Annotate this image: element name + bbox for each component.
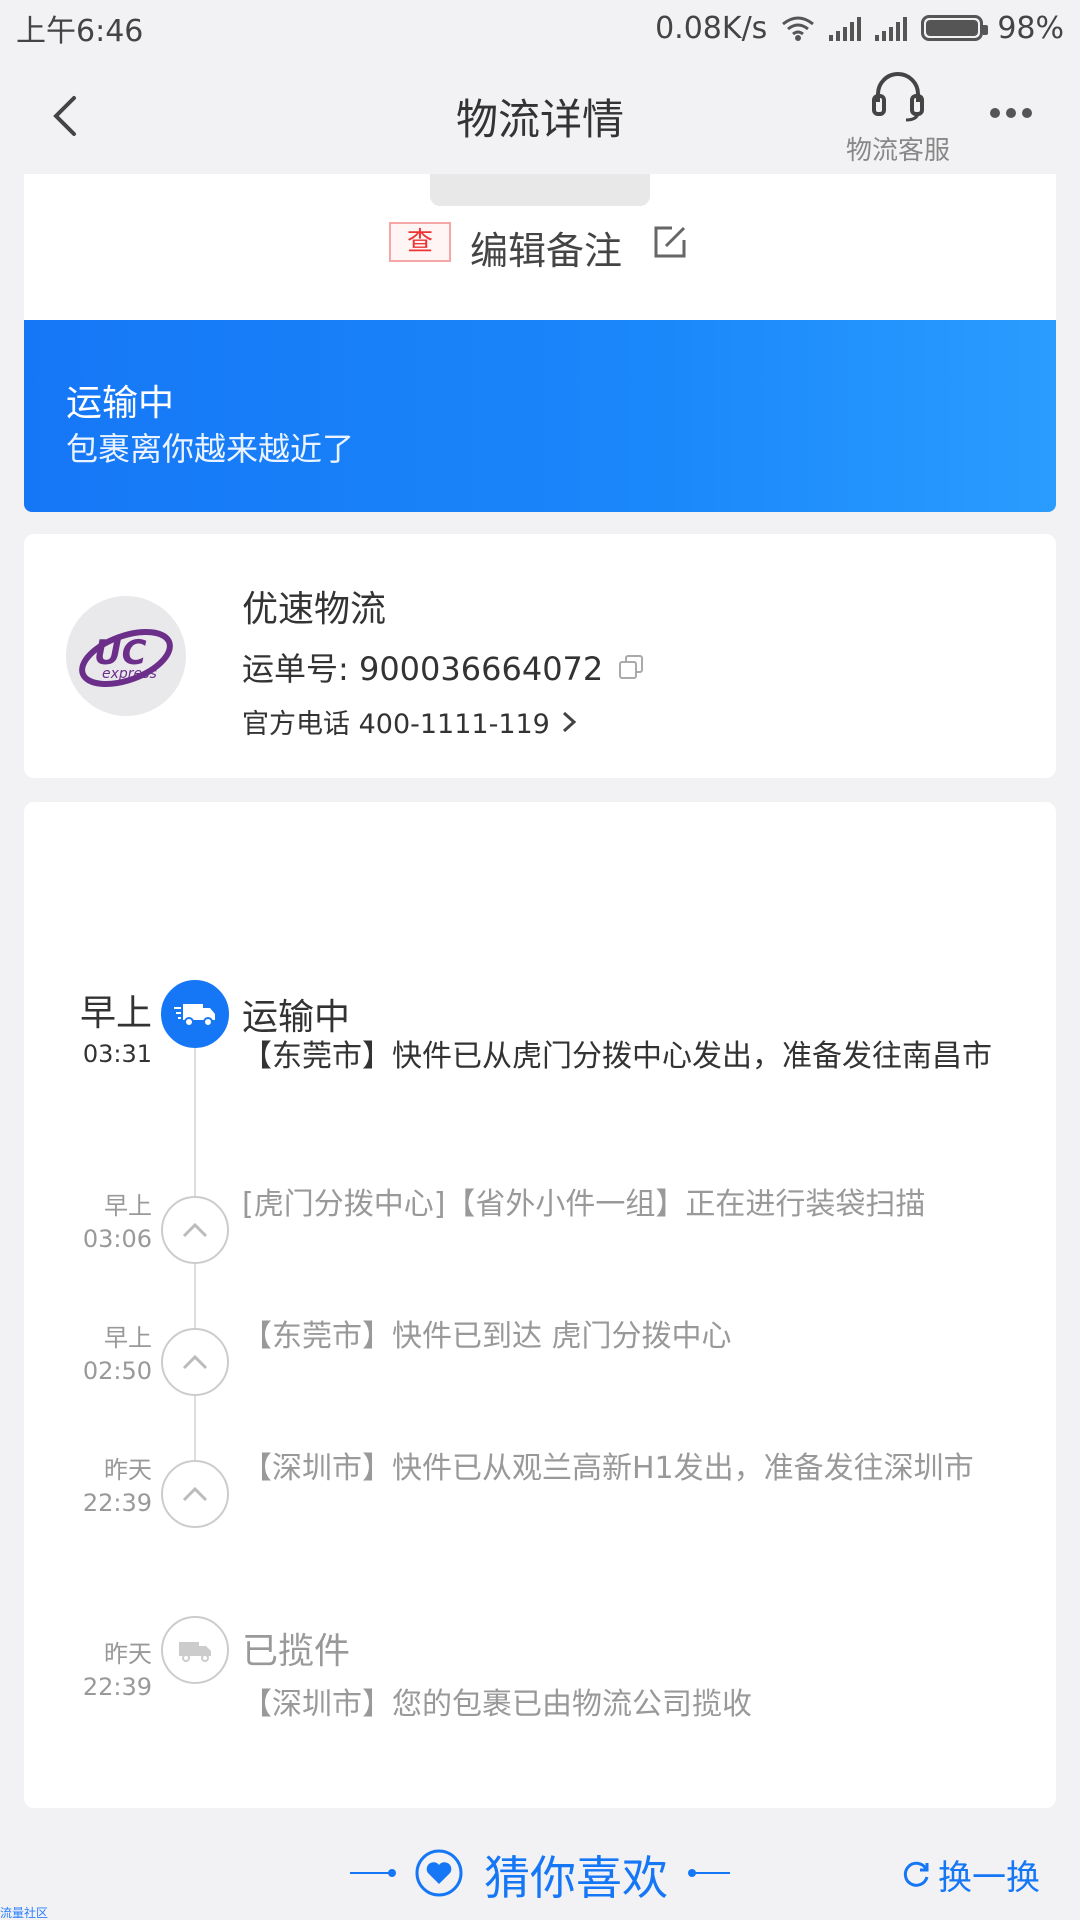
timeline-time: 昨天 22:39 bbox=[24, 1450, 152, 1517]
timeline-time: 昨天 22:39 bbox=[24, 1634, 152, 1701]
timeline-title: 已揽件 bbox=[242, 1631, 351, 1672]
divider-line bbox=[694, 1872, 730, 1874]
battery-icon bbox=[921, 15, 989, 41]
timeline-time: 早上 02:50 bbox=[24, 1318, 152, 1385]
chevron-right-icon bbox=[562, 711, 577, 732]
timeline-desc: 【深圳市】您的包裹已由物流公司揽收 bbox=[242, 1687, 752, 1722]
copy-icon[interactable] bbox=[617, 653, 645, 681]
banner-status: 运输中 bbox=[66, 383, 175, 424]
battery-level: 98% bbox=[997, 10, 1064, 46]
timeline-node bbox=[161, 980, 229, 1048]
refresh-button[interactable]: 换一换 bbox=[900, 1850, 1040, 1899]
guess-you-like-label: 猜你喜欢 bbox=[484, 1851, 668, 1905]
timeline-day: 早上 bbox=[79, 993, 152, 1034]
wifi-icon bbox=[782, 16, 815, 41]
svg-text:express: express bbox=[102, 666, 157, 682]
product-image bbox=[430, 174, 650, 206]
carrier-logo-image: UC express bbox=[79, 629, 173, 687]
status-time: 上午6:46 bbox=[16, 14, 144, 49]
timeline-day: 早上 bbox=[104, 1192, 152, 1220]
status-banner: 运输中 包裹离你越来越近了 bbox=[24, 320, 1056, 512]
edit-icon[interactable] bbox=[650, 222, 690, 262]
timeline-node[interactable] bbox=[161, 1196, 229, 1264]
signal-icon bbox=[875, 15, 908, 41]
timeline-clock: 22:39 bbox=[82, 1673, 152, 1701]
timeline-desc: 【深圳市】快件已从观兰高新H1发出，准备发往深圳市 bbox=[242, 1451, 974, 1486]
timeline-desc: 【东莞市】快件已从虎门分拨中心发出，准备发往南昌市 bbox=[242, 1039, 992, 1074]
timeline-card: 早上 03:31 运输中 【东莞市】快件已从虎门分拨中心发出，准备发往南昌市 早… bbox=[24, 802, 1056, 1808]
chevron-up-icon bbox=[182, 1222, 208, 1238]
customer-service-label: 物流客服 bbox=[845, 136, 950, 166]
edit-remark-label[interactable]: 编辑备注 bbox=[470, 220, 622, 275]
more-icon[interactable] bbox=[990, 108, 1032, 118]
customer-service-button[interactable]: 物流客服 bbox=[830, 70, 966, 167]
timeline-clock: 02:50 bbox=[82, 1357, 152, 1385]
timeline-day: 昨天 bbox=[104, 1640, 152, 1668]
package-header-card: 查 编辑备注 bbox=[24, 174, 1056, 320]
truck-icon bbox=[174, 1004, 215, 1027]
heart-icon bbox=[415, 1849, 463, 1897]
chevron-up-icon bbox=[182, 1354, 208, 1370]
divider-line bbox=[350, 1872, 390, 1874]
chevron-up-icon bbox=[182, 1486, 208, 1502]
refresh-icon bbox=[903, 1861, 929, 1887]
timeline-time: 早上 03:31 bbox=[24, 984, 152, 1068]
tracking-label: 运单号: 900036664072 bbox=[242, 650, 604, 688]
refresh-label: 换一换 bbox=[938, 1858, 1040, 1898]
timeline-title: 运输中 bbox=[242, 997, 351, 1038]
timeline-node[interactable] bbox=[161, 1460, 229, 1528]
net-speed: 0.08K/s bbox=[655, 10, 768, 46]
timeline-day: 昨天 bbox=[104, 1456, 152, 1484]
status-bar: 上午6:46 0.08K/s 98% bbox=[0, 0, 1080, 56]
timeline-clock: 03:06 bbox=[82, 1225, 152, 1253]
status-icons: 0.08K/s 98% bbox=[655, 11, 1064, 46]
timeline-desc: [虎门分拨中心]【省外小件一组】正在进行装袋扫描 bbox=[242, 1187, 926, 1222]
divider-dot bbox=[388, 1869, 396, 1877]
tracking-number: 运单号: 900036664072 bbox=[242, 644, 645, 690]
check-badge: 查 bbox=[389, 222, 451, 262]
guess-you-like-header: 猜你喜欢 换一换 bbox=[0, 1836, 1080, 1908]
phone-label: 官方电话 400-1111-119 bbox=[242, 709, 550, 740]
timeline-node[interactable] bbox=[161, 1328, 229, 1396]
carrier-logo: UC express bbox=[66, 596, 186, 716]
headset-icon bbox=[872, 72, 924, 122]
timeline-clock: 03:31 bbox=[82, 1040, 152, 1068]
signal-icon bbox=[829, 15, 862, 41]
banner-subtitle: 包裹离你越来越近了 bbox=[66, 430, 355, 468]
timeline-desc: 【东莞市】快件已到达 虎门分拨中心 bbox=[242, 1319, 732, 1354]
timeline-time: 早上 03:06 bbox=[24, 1186, 152, 1253]
timeline-day: 早上 bbox=[104, 1324, 152, 1352]
nav-bar: 物流详情 物流客服 bbox=[0, 56, 1080, 174]
timeline-clock: 22:39 bbox=[82, 1489, 152, 1517]
truck-icon bbox=[179, 1642, 211, 1662]
carrier-name: 优速物流 bbox=[242, 589, 387, 630]
official-phone-link[interactable]: 官方电话 400-1111-119 bbox=[242, 702, 578, 741]
timeline-node bbox=[161, 1616, 229, 1684]
carrier-card: UC express 优速物流 运单号: 900036664072 官方电话 4… bbox=[24, 534, 1056, 778]
watermark: 流量社区 bbox=[0, 1906, 49, 1920]
